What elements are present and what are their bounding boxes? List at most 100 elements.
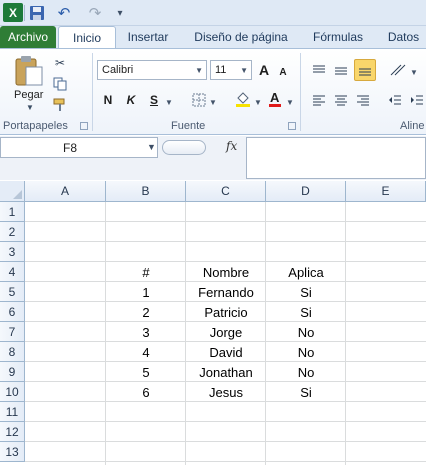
row-header-9[interactable]: 9 bbox=[0, 362, 25, 382]
underline-button[interactable]: S bbox=[147, 90, 161, 110]
redo-icon[interactable]: ↷ bbox=[82, 3, 108, 23]
worksheet-grid[interactable]: A B C D E 1 2 3 4 5 6 7 8 9 10 11 12 13 … bbox=[0, 181, 426, 465]
tab-page-layout[interactable]: Diseño de página bbox=[186, 26, 296, 48]
orientation-icon[interactable] bbox=[388, 60, 408, 80]
cut-icon[interactable]: ✂ bbox=[52, 55, 68, 71]
font-color-icon[interactable]: A bbox=[267, 89, 283, 109]
undo-icon[interactable]: ↶ bbox=[51, 3, 77, 23]
cell-b10[interactable]: 6 bbox=[106, 382, 186, 402]
gridline bbox=[25, 241, 426, 242]
row-header-11[interactable]: 11 bbox=[0, 402, 25, 422]
formula-tools: fx bbox=[160, 137, 246, 158]
row-header-4[interactable]: 4 bbox=[0, 262, 25, 282]
cell-c10[interactable]: Jesus bbox=[186, 382, 266, 402]
clipboard-group-label: Portapapeles bbox=[3, 120, 68, 132]
align-bottom-icon[interactable] bbox=[354, 59, 376, 81]
group-divider bbox=[92, 53, 93, 131]
align-left-icon[interactable] bbox=[310, 90, 328, 110]
borders-dropdown-icon[interactable]: ▼ bbox=[208, 92, 218, 112]
paste-button[interactable]: Pegar bbox=[14, 89, 43, 101]
row-header-8[interactable]: 8 bbox=[0, 342, 25, 362]
insert-function-button[interactable]: fx bbox=[226, 139, 237, 153]
align-center-icon[interactable] bbox=[332, 90, 350, 110]
paste-icon[interactable] bbox=[14, 55, 44, 87]
tab-home[interactable]: Inicio bbox=[58, 26, 116, 49]
row-header-2[interactable]: 2 bbox=[0, 222, 25, 242]
cell-d9[interactable]: No bbox=[266, 362, 346, 382]
cell-c4[interactable]: Nombre bbox=[186, 262, 266, 282]
tab-formulas[interactable]: Fórmulas bbox=[305, 26, 371, 48]
bold-button[interactable]: N bbox=[101, 90, 115, 110]
cell-b7[interactable]: 3 bbox=[106, 322, 186, 342]
format-painter-icon[interactable] bbox=[52, 97, 68, 113]
increase-indent-icon[interactable] bbox=[408, 90, 426, 110]
shrink-font-button[interactable]: A bbox=[276, 62, 290, 82]
font-group-label: Fuente bbox=[171, 120, 206, 132]
select-all-button[interactable] bbox=[0, 181, 25, 202]
chevron-down-icon[interactable]: ▼ bbox=[147, 142, 156, 152]
decrease-indent-icon[interactable] bbox=[386, 90, 404, 110]
column-header-e[interactable]: E bbox=[346, 181, 426, 202]
fill-color-dropdown-icon[interactable]: ▼ bbox=[253, 92, 263, 112]
row-header-7[interactable]: 7 bbox=[0, 322, 25, 342]
font-name-select[interactable]: Calibri ▼ bbox=[97, 60, 207, 80]
cell-c7[interactable]: Jorge bbox=[186, 322, 266, 342]
cell-c9[interactable]: Jonathan bbox=[186, 362, 266, 382]
group-divider bbox=[300, 53, 301, 131]
formula-input[interactable] bbox=[246, 137, 426, 179]
cell-d5[interactable]: Si bbox=[266, 282, 346, 302]
copy-icon[interactable] bbox=[52, 76, 68, 92]
row-header-6[interactable]: 6 bbox=[0, 302, 25, 322]
italic-button[interactable]: K bbox=[124, 90, 138, 110]
name-box[interactable]: F8 ▼ bbox=[0, 137, 158, 158]
customize-toolbar-icon[interactable]: ▾ bbox=[113, 3, 127, 23]
align-top-icon[interactable] bbox=[310, 60, 328, 80]
row-header-13[interactable]: 13 bbox=[0, 442, 25, 462]
excel-logo-icon[interactable]: X bbox=[3, 3, 23, 22]
cell-d8[interactable]: No bbox=[266, 342, 346, 362]
name-box-value: F8 bbox=[63, 141, 78, 155]
cell-d7[interactable]: No bbox=[266, 322, 346, 342]
row-header-5[interactable]: 5 bbox=[0, 282, 25, 302]
gridline bbox=[25, 221, 426, 222]
cell-b9[interactable]: 5 bbox=[106, 362, 186, 382]
column-header-d[interactable]: D bbox=[266, 181, 346, 202]
select-all-icon bbox=[13, 190, 22, 199]
paste-dropdown-icon[interactable]: ▼ bbox=[26, 103, 34, 112]
cell-d4[interactable]: Aplica bbox=[266, 262, 346, 282]
borders-icon[interactable] bbox=[191, 90, 207, 110]
save-icon[interactable] bbox=[29, 3, 45, 23]
chevron-down-icon: ▼ bbox=[195, 66, 203, 75]
toolbar-divider bbox=[24, 5, 25, 21]
align-right-icon[interactable] bbox=[354, 90, 372, 110]
orientation-dropdown-icon[interactable]: ▼ bbox=[409, 62, 419, 82]
row-header-12[interactable]: 12 bbox=[0, 422, 25, 442]
tab-data[interactable]: Datos bbox=[381, 26, 426, 48]
align-middle-icon[interactable] bbox=[332, 60, 350, 80]
column-header-a[interactable]: A bbox=[25, 181, 106, 202]
cell-c6[interactable]: Patricio bbox=[186, 302, 266, 322]
row-header-3[interactable]: 3 bbox=[0, 242, 25, 262]
column-header-b[interactable]: B bbox=[106, 181, 186, 202]
formula-controls-handle[interactable] bbox=[162, 140, 206, 155]
clipboard-launcher-icon[interactable] bbox=[80, 122, 88, 130]
cell-d10[interactable]: Si bbox=[266, 382, 346, 402]
cell-c5[interactable]: Fernando bbox=[186, 282, 266, 302]
fill-color-icon[interactable] bbox=[234, 89, 252, 109]
cell-d6[interactable]: Si bbox=[266, 302, 346, 322]
tab-file[interactable]: Archivo bbox=[0, 26, 56, 48]
cell-b5[interactable]: 1 bbox=[106, 282, 186, 302]
font-launcher-icon[interactable] bbox=[288, 122, 296, 130]
tab-insert[interactable]: Insertar bbox=[120, 26, 176, 48]
cell-b8[interactable]: 4 bbox=[106, 342, 186, 362]
row-header-10[interactable]: 10 bbox=[0, 382, 25, 402]
grow-font-button[interactable]: A bbox=[256, 60, 272, 80]
underline-dropdown-icon[interactable]: ▼ bbox=[164, 92, 174, 112]
column-header-c[interactable]: C bbox=[186, 181, 266, 202]
cell-b4[interactable]: # bbox=[106, 262, 186, 282]
font-color-dropdown-icon[interactable]: ▼ bbox=[285, 92, 295, 112]
cell-b6[interactable]: 2 bbox=[106, 302, 186, 322]
font-size-select[interactable]: 11 ▼ bbox=[210, 60, 252, 80]
row-header-1[interactable]: 1 bbox=[0, 202, 25, 222]
cell-c8[interactable]: David bbox=[186, 342, 266, 362]
